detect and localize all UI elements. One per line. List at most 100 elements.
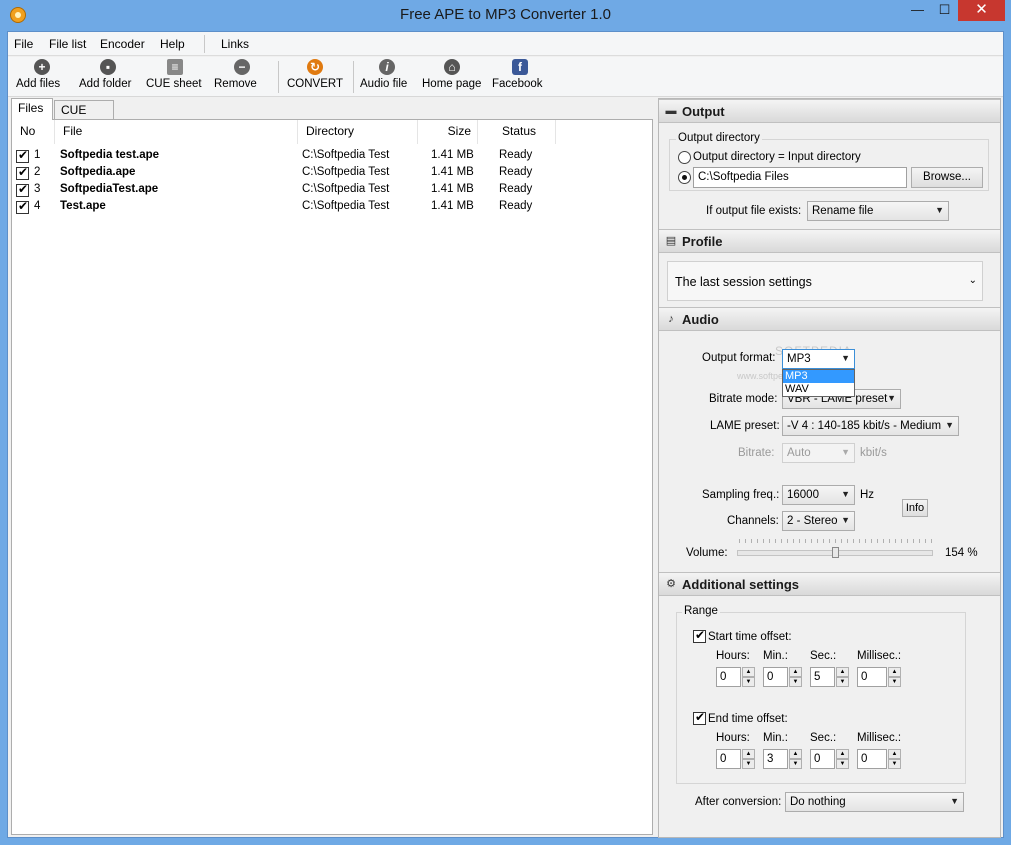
table-row[interactable]: 2 Softpedia.ape C:\Softpedia Test 1.41 M… (12, 165, 652, 182)
range-group-title: Range (682, 605, 720, 617)
convert-button[interactable]: ↻ CONVERT (287, 59, 343, 95)
after-conversion-select[interactable]: Do nothing ▼ (785, 792, 964, 812)
row-checkbox[interactable] (16, 165, 29, 180)
option-wav[interactable]: WAV (783, 383, 854, 396)
end-sec-value[interactable]: 0 (810, 749, 835, 769)
stepper-down-icon[interactable]: ▼ (888, 759, 901, 769)
chevron-down-icon: ▼ (841, 447, 850, 457)
bitrate-unit: kbit/s (860, 447, 887, 459)
if-exists-select[interactable]: Rename file ▼ (807, 201, 949, 221)
column-header-size[interactable]: Size (418, 120, 478, 144)
add-folder-button[interactable]: ▪ Add folder (79, 59, 137, 95)
home-page-button[interactable]: ⌂ Home page (422, 59, 482, 95)
audio-section-header[interactable]: ♪ Audio (659, 307, 1000, 331)
settings-pane: ▬ Output Output directory Output directo… (658, 98, 1001, 838)
add-files-button[interactable]: + Add files (16, 59, 68, 95)
row-checkbox[interactable] (16, 199, 29, 214)
menu-help[interactable]: Help (160, 37, 185, 51)
sampling-freq-unit: Hz (860, 489, 875, 501)
radio-same-as-input[interactable] (678, 151, 691, 164)
output-format-select[interactable]: MP3 ▼ (782, 349, 855, 369)
info-button[interactable]: Info (902, 499, 928, 517)
column-header-file[interactable]: File (55, 120, 298, 144)
row-status: Ready (499, 149, 533, 161)
volume-slider-thumb[interactable] (832, 547, 839, 558)
stepper-down-icon[interactable]: ▼ (836, 677, 849, 687)
stepper-up-icon[interactable]: ▲ (836, 667, 849, 677)
stepper-up-icon[interactable]: ▲ (888, 749, 901, 759)
tab-cue-sheet[interactable]: CUE Sheet (54, 100, 114, 131)
minimize-button[interactable]: — (904, 0, 931, 21)
output-directory-group-title: Output directory (676, 132, 762, 144)
lame-preset-select[interactable]: -V 4 : 140-185 kbit/s - Medium ▼ (782, 416, 959, 436)
menu-links[interactable]: Links (221, 37, 249, 51)
row-checkbox[interactable] (16, 148, 29, 163)
stepper-down-icon[interactable]: ▼ (789, 677, 802, 687)
stepper-down-icon[interactable]: ▼ (888, 677, 901, 687)
output-section-header[interactable]: ▬ Output (659, 99, 1000, 123)
end-min-value[interactable]: 3 (763, 749, 788, 769)
folder-icon: ▪ (100, 59, 116, 75)
column-header-directory[interactable]: Directory (298, 120, 418, 144)
column-header-status[interactable]: Status (478, 120, 556, 144)
row-directory: C:\Softpedia Test (302, 166, 390, 178)
stepper-down-icon[interactable]: ▼ (742, 759, 755, 769)
stepper-up-icon[interactable]: ▲ (789, 667, 802, 677)
browse-button[interactable]: Browse... (911, 167, 983, 188)
channels-select[interactable]: 2 - Stereo ▼ (782, 511, 855, 531)
remove-button[interactable]: − Remove (214, 59, 270, 95)
start-min-value[interactable]: 0 (763, 667, 788, 687)
additional-settings-header[interactable]: ⚙ Additional settings (659, 572, 1000, 596)
menu-encoder[interactable]: Encoder (100, 37, 145, 51)
start-offset-checkbox[interactable] (693, 628, 706, 643)
file-list[interactable]: No File Directory Size Status 1 Softpedi… (11, 119, 653, 835)
chevron-down-icon: ▼ (841, 489, 850, 499)
row-size: 1.41 MB (431, 200, 474, 212)
stepper-up-icon[interactable]: ▲ (888, 667, 901, 677)
menu-file[interactable]: File (14, 37, 33, 51)
profile-select[interactable]: The last session settings ⌄ (667, 261, 983, 301)
output-path-field[interactable]: C:\Softpedia Files (693, 167, 907, 188)
column-header-no[interactable]: No (12, 120, 55, 144)
option-mp3[interactable]: MP3 (783, 370, 854, 383)
stepper-up-icon[interactable]: ▲ (789, 749, 802, 759)
start-ms-value[interactable]: 0 (857, 667, 887, 687)
stepper-down-icon[interactable]: ▼ (836, 759, 849, 769)
end-ms-value[interactable]: 0 (857, 749, 887, 769)
audio-file-button[interactable]: i Audio file (360, 59, 414, 95)
stepper-down-icon[interactable]: ▼ (789, 759, 802, 769)
radio-custom-directory[interactable] (678, 171, 691, 184)
convert-icon: ↻ (307, 59, 323, 75)
menu-file-list[interactable]: File list (49, 37, 86, 51)
cue-sheet-button[interactable]: ≡ CUE sheet (146, 59, 204, 95)
table-row[interactable]: 4 Test.ape C:\Softpedia Test 1.41 MB Rea… (12, 199, 652, 216)
chevron-down-icon: ▼ (950, 796, 959, 806)
bitrate-label: Bitrate: (738, 447, 775, 459)
toolbar-separator (353, 61, 354, 93)
stepper-up-icon[interactable]: ▲ (742, 667, 755, 677)
app-window: Free APE to MP3 Converter 1.0 — ☐ ✕ File… (0, 0, 1011, 845)
after-conversion-value: Do nothing (790, 796, 846, 808)
close-button[interactable]: ✕ (958, 0, 1005, 21)
tab-strip: Files CUE Sheet (8, 98, 653, 131)
lame-preset-label: LAME preset: (710, 420, 780, 432)
start-hours-value[interactable]: 0 (716, 667, 741, 687)
end-hours-value[interactable]: 0 (716, 749, 741, 769)
maximize-button[interactable]: ☐ (931, 0, 958, 21)
stepper-up-icon[interactable]: ▲ (742, 749, 755, 759)
start-sec-value[interactable]: 5 (810, 667, 835, 687)
end-offset-checkbox[interactable] (693, 710, 706, 725)
profile-section-header[interactable]: ▤ Profile (659, 229, 1000, 253)
title-bar[interactable]: Free APE to MP3 Converter 1.0 — ☐ ✕ (0, 0, 1011, 31)
bitrate-mode-label: Bitrate mode: (709, 393, 778, 405)
stepper-up-icon[interactable]: ▲ (836, 749, 849, 759)
row-checkbox[interactable] (16, 182, 29, 197)
tab-files[interactable]: Files (11, 98, 53, 120)
stepper-down-icon[interactable]: ▼ (742, 677, 755, 687)
sampling-freq-select[interactable]: 16000 ▼ (782, 485, 855, 505)
music-note-icon: ♪ (668, 313, 674, 325)
facebook-button[interactable]: f Facebook (492, 59, 548, 95)
table-row[interactable]: 3 SoftpediaTest.ape C:\Softpedia Test 1.… (12, 182, 652, 199)
channels-value: 2 - Stereo (787, 515, 838, 527)
table-row[interactable]: 1 Softpedia test.ape C:\Softpedia Test 1… (12, 148, 652, 165)
